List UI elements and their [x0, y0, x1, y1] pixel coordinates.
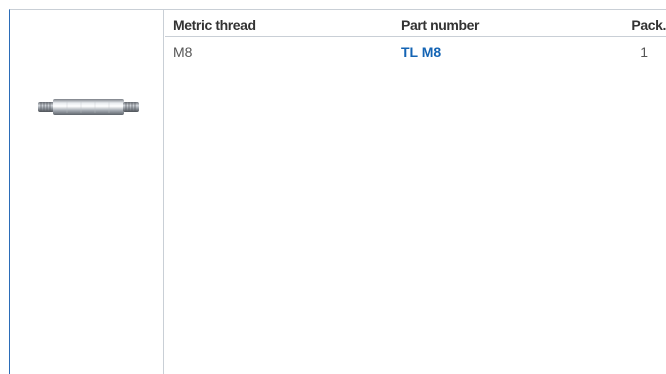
column-header-pack: Pack.	[631, 17, 666, 33]
threaded-pin-icon	[38, 99, 139, 115]
cell-metric-thread: M8	[173, 44, 193, 60]
column-header-part-number: Part number	[401, 17, 480, 33]
column-header-metric-thread: Metric thread	[173, 17, 256, 33]
table-header-row: Metric thread Part number Pack.	[165, 10, 666, 37]
product-image-cell	[10, 10, 164, 374]
table-row: M8 TL M8 1	[165, 38, 666, 64]
part-number-link[interactable]: TL M8	[401, 44, 441, 60]
cell-pack-quantity: 1	[640, 44, 648, 60]
